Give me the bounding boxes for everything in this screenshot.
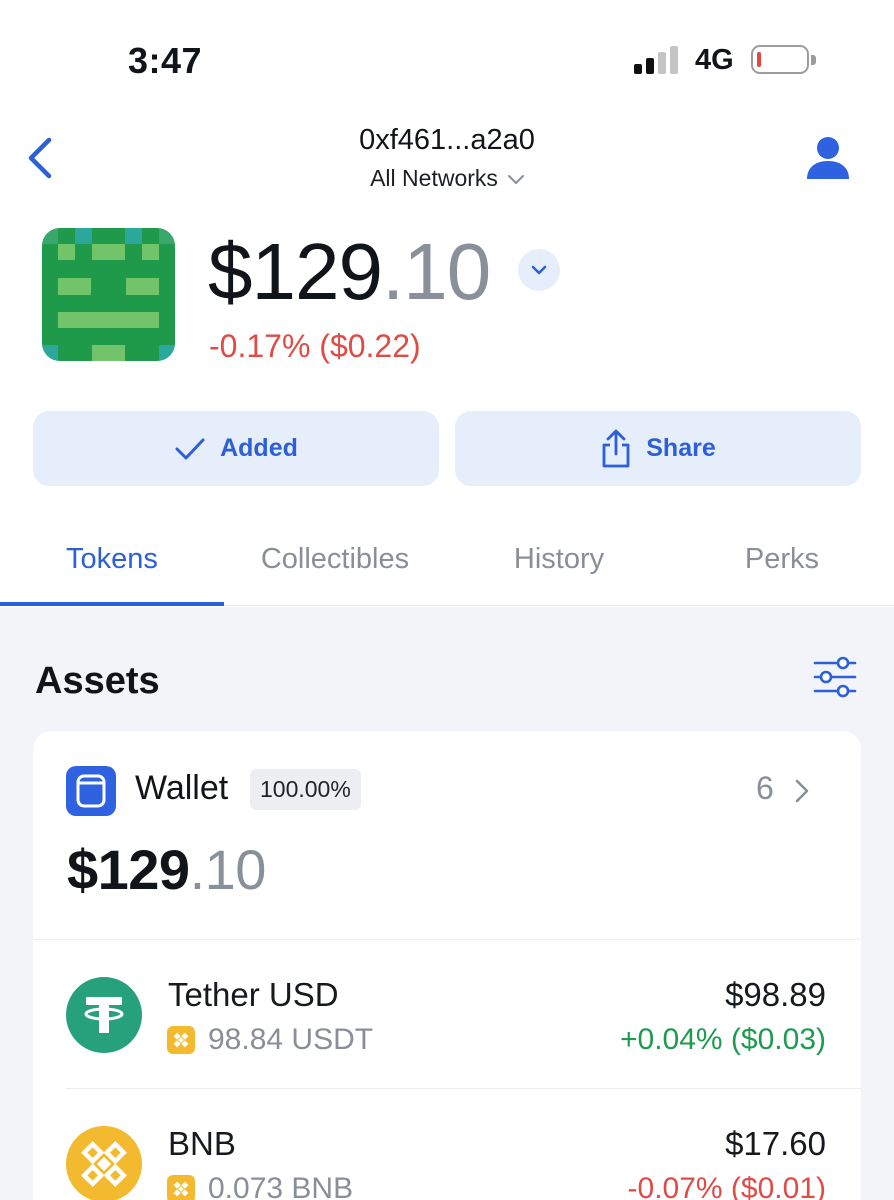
- token-name: BNB: [168, 1125, 236, 1162]
- token-amount: 98.84 USDT: [208, 1023, 374, 1056]
- status-bar: 3:47 4G: [0, 0, 894, 110]
- balance-dropdown-button[interactable]: [518, 249, 560, 291]
- chevron-down-icon: [507, 174, 524, 184]
- tab-history[interactable]: History: [447, 520, 671, 606]
- battery-nub: [811, 55, 816, 65]
- balance-decimal: .10: [381, 227, 491, 316]
- tab-bar: Tokens Collectibles History Perks: [0, 520, 894, 606]
- signal-strength-icon: [634, 46, 682, 74]
- wallet-token-count: 6: [756, 770, 774, 806]
- wallet-label: Wallet: [135, 769, 229, 807]
- token-name: Tether USD: [168, 976, 339, 1013]
- wallet-total-decimal: .10: [189, 838, 267, 901]
- wallet-percent-badge: 100.00%: [250, 769, 361, 810]
- wallet-total: $129.10: [67, 835, 266, 905]
- share-button-label: Share: [646, 434, 716, 462]
- divider: [66, 1088, 861, 1089]
- tether-icon: [66, 977, 142, 1053]
- bnb-chain-badge-icon: [167, 1026, 195, 1054]
- active-tab-indicator: [0, 602, 224, 606]
- share-button[interactable]: Share: [455, 411, 861, 486]
- checkmark-icon: [175, 438, 205, 459]
- token-value: $17.60: [725, 1125, 826, 1162]
- tab-tokens[interactable]: Tokens: [0, 520, 224, 606]
- wallet-icon: [66, 766, 116, 816]
- added-button-label: Added: [220, 434, 298, 462]
- wallet-address[interactable]: 0xf461...a2a0: [0, 124, 894, 157]
- profile-icon: [807, 137, 849, 179]
- token-amount: 0.073 BNB: [208, 1172, 354, 1200]
- network-selector[interactable]: All Networks: [0, 165, 894, 192]
- chevron-down-icon: [531, 265, 547, 275]
- network-selector-label: All Networks: [370, 165, 498, 191]
- chevron-right-icon: [795, 779, 809, 803]
- battery-icon: [751, 45, 809, 74]
- divider: [33, 939, 861, 940]
- sliders-icon: [813, 656, 857, 698]
- total-balance: $129.10: [208, 222, 491, 322]
- wallet-avatar: [42, 228, 175, 361]
- share-icon: [602, 429, 630, 467]
- tab-collectibles[interactable]: Collectibles: [223, 520, 447, 606]
- token-change: -0.07% ($0.01): [627, 1172, 826, 1200]
- tab-perks[interactable]: Perks: [670, 520, 894, 606]
- added-button[interactable]: Added: [33, 411, 439, 486]
- bnb-chain-badge-icon: [167, 1175, 195, 1200]
- balance-change: -0.17% ($0.22): [209, 328, 421, 364]
- status-time: 3:47: [128, 40, 203, 81]
- profile-button[interactable]: [804, 134, 852, 182]
- balance-whole: $129: [208, 227, 383, 316]
- bnb-icon: [66, 1126, 142, 1200]
- assets-title: Assets: [35, 660, 160, 702]
- token-change: +0.04% ($0.03): [620, 1023, 826, 1056]
- filter-button[interactable]: [812, 656, 858, 698]
- token-value: $98.89: [725, 976, 826, 1013]
- wallet-total-whole: $129: [67, 838, 190, 901]
- network-type: 4G: [695, 44, 734, 76]
